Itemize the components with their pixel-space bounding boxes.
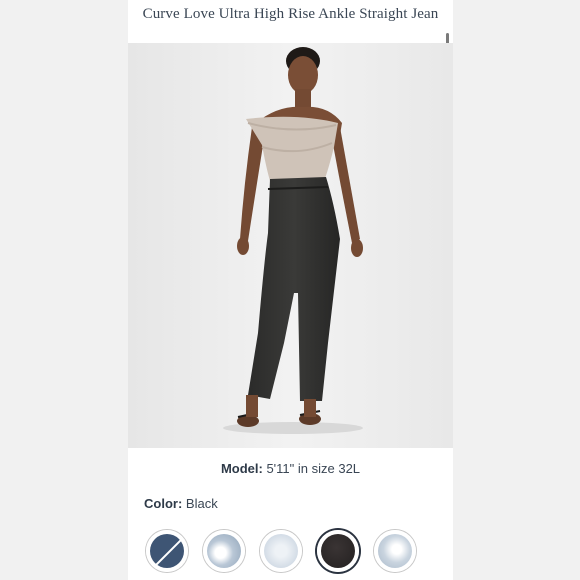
swatch-light-destroyed-wash[interactable] [203,530,245,572]
model-info: Model: 5'11" in size 32L [128,461,453,476]
swatch-dark-wash-unavailable[interactable] [146,530,188,572]
product-title: Curve Love Ultra High Rise Ankle Straigh… [142,6,439,22]
screen-background: Curve Love Ultra High Rise Ankle Straigh… [0,0,580,580]
swatch-light-ripped-wash[interactable] [374,530,416,572]
swatch-fill [264,534,298,568]
model-label: Model: [220,461,263,476]
color-swatches [144,530,444,574]
color-value: Black [185,496,218,511]
model-photo [128,43,453,448]
color-label: Color: [144,496,183,511]
swatch-black-selected[interactable] [317,530,359,572]
swatch-fill [207,534,241,568]
swatch-fill [378,534,412,568]
product-image[interactable] [128,43,453,448]
product-panel: Curve Love Ultra High Rise Ankle Straigh… [128,0,453,580]
swatch-fill [321,534,355,568]
swatch-bleached-light-wash[interactable] [260,530,302,572]
model-value: 5'11" in size 32L [266,461,361,476]
color-info: Color: Black [144,496,218,511]
